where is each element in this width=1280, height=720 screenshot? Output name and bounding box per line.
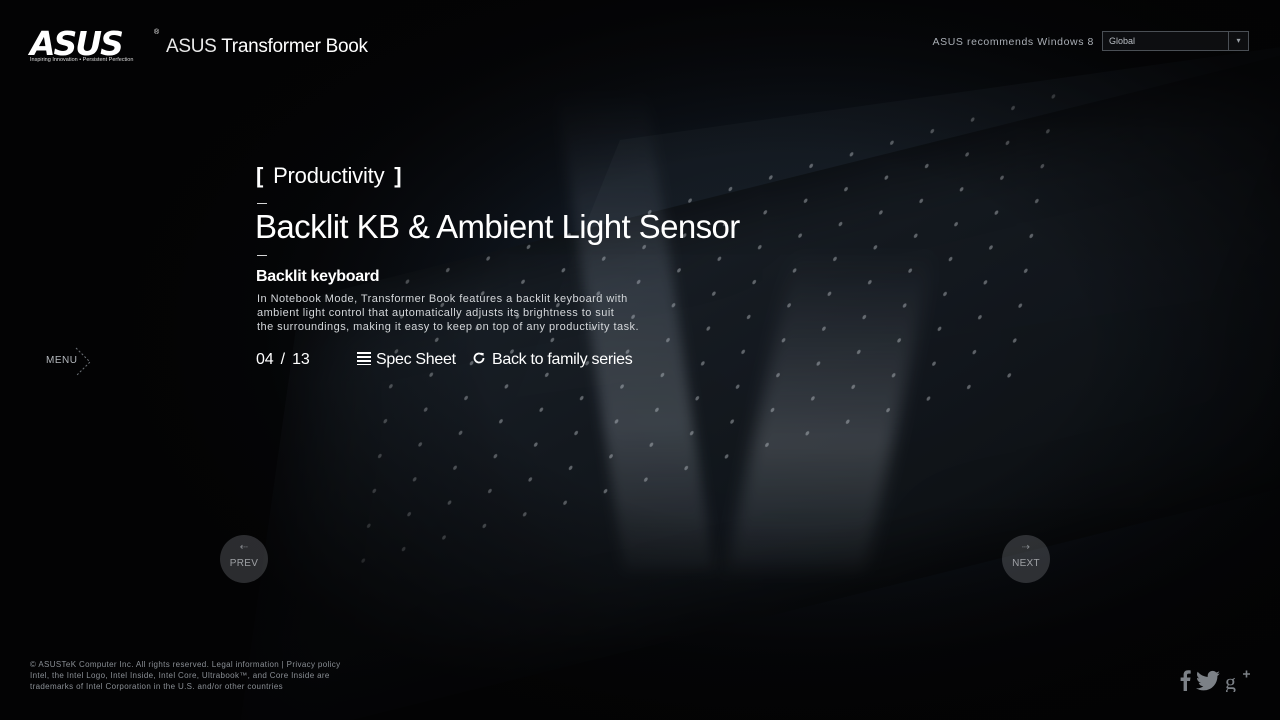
privacy-policy-link[interactable]: Privacy policy	[287, 660, 341, 669]
logo-tagline: Inspiring Innovation • Persistent Perfec…	[30, 57, 134, 63]
hero-background	[0, 0, 1280, 720]
menu-label: MENU	[46, 355, 78, 366]
spec-sheet-link[interactable]: Spec Sheet	[357, 351, 456, 369]
copyright-text: © ASUSTeK Computer Inc. All rights reser…	[30, 660, 210, 669]
svg-text:g: g	[1225, 669, 1236, 692]
arrow-left-icon: ⇠	[239, 542, 249, 553]
back-to-family-label: Back to family series	[492, 351, 633, 368]
feature-description: In Notebook Mode, Transformer Book featu…	[257, 292, 697, 334]
menu-button[interactable]: MENU	[46, 347, 96, 377]
facebook-icon[interactable]	[1178, 668, 1192, 692]
bracket-open: [	[256, 163, 264, 188]
page-current: 04	[256, 351, 274, 368]
next-label: NEXT	[1012, 558, 1040, 569]
bracket-close: ]	[394, 163, 402, 188]
product-name[interactable]: ASUS Transformer Book	[166, 36, 368, 58]
product-title: Transformer Book	[221, 36, 368, 57]
region-select[interactable]: Global ▾	[1102, 31, 1249, 51]
trademark-text: Intel, the Intel Logo, Intel Inside, Int…	[30, 671, 330, 680]
feature-subtitle: Backlit keyboard	[256, 268, 380, 285]
trademark-text: trademarks of Intel Corporation in the U…	[30, 682, 283, 691]
prev-label: PREV	[229, 558, 259, 569]
logo-wordmark: ASUS	[30, 24, 124, 63]
list-icon	[357, 352, 371, 365]
arrow-right-icon: ⇢	[1021, 542, 1031, 553]
footer-line: © ASUSTeK Computer Inc. All rights reser…	[30, 659, 340, 670]
divider	[257, 255, 267, 256]
description-line: the surroundings, making it easy to keep…	[257, 321, 639, 333]
description-line: In Notebook Mode, Transformer Book featu…	[257, 293, 628, 305]
google-plus-icon[interactable]: g	[1225, 668, 1251, 692]
feature-title: Backlit KB & Ambient Light Sensor	[255, 208, 740, 245]
next-button[interactable]: ⇢ NEXT	[1002, 535, 1050, 583]
category-label: Productivity	[273, 163, 385, 188]
prev-button[interactable]: ⇠ PREV	[220, 535, 268, 583]
chevron-right-icon	[75, 347, 91, 377]
page-total: 13	[292, 351, 310, 368]
description-line: ambient light control that automatically…	[257, 307, 615, 319]
spec-sheet-label: Spec Sheet	[376, 351, 456, 368]
footer: © ASUSTeK Computer Inc. All rights reser…	[30, 659, 340, 692]
registered-mark: ®	[154, 29, 160, 36]
region-select-value: Global	[1109, 36, 1136, 46]
divider	[257, 203, 267, 204]
asus-logo[interactable]: ASUS ® Inspiring Innovation • Persistent…	[30, 24, 160, 64]
feature-category: [ Productivity ]	[256, 163, 402, 189]
twitter-icon[interactable]	[1195, 668, 1221, 692]
footer-divider: |	[281, 660, 285, 669]
legal-information-link[interactable]: Legal information	[212, 660, 279, 669]
chevron-down-icon[interactable]: ▾	[1228, 32, 1248, 50]
page-separator: /	[280, 351, 285, 368]
shade-overlay	[0, 0, 260, 720]
page-counter: 04 / 13	[256, 351, 310, 369]
back-to-family-link[interactable]: Back to family series	[472, 351, 633, 369]
refresh-icon	[473, 352, 485, 364]
product-brand: ASUS	[166, 36, 217, 57]
windows-recommendation: ASUS recommends Windows 8	[932, 36, 1094, 48]
